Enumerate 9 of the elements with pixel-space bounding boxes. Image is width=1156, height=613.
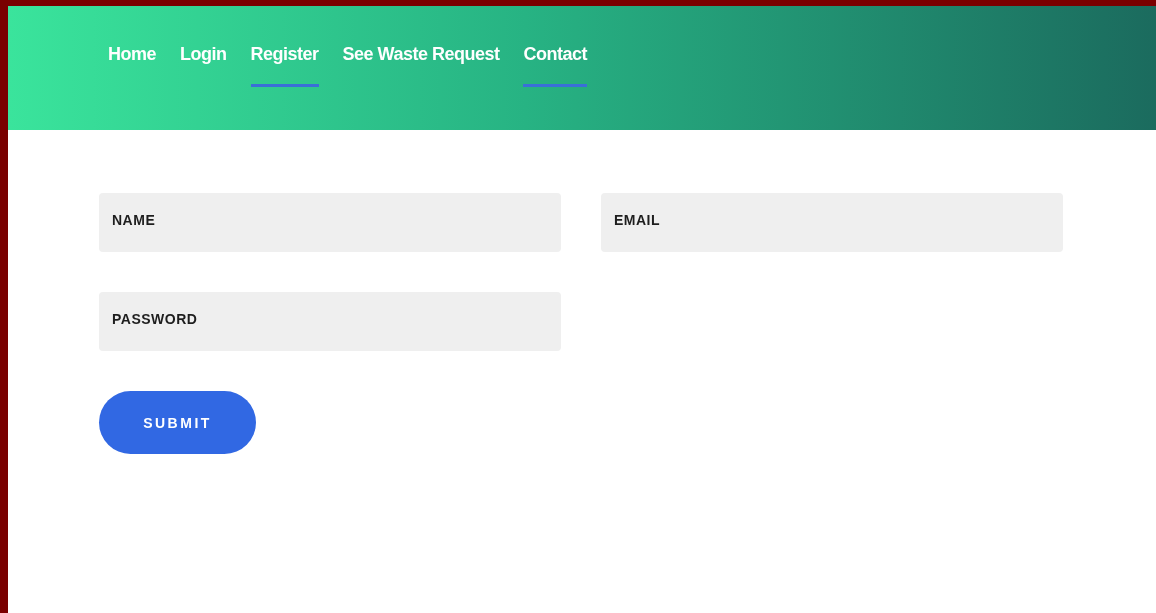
nav-link[interactable]: Contact bbox=[523, 44, 587, 87]
submit-button[interactable]: SUBMIT bbox=[99, 391, 256, 454]
nav-link[interactable]: See Waste Request bbox=[342, 44, 500, 87]
input-field[interactable]: PASSWORD bbox=[99, 292, 561, 351]
nav-link[interactable]: Home bbox=[108, 44, 156, 87]
input-field[interactable]: NAME bbox=[99, 193, 561, 252]
nav-link[interactable]: Login bbox=[180, 44, 227, 87]
input-field[interactable]: EMAIL bbox=[601, 193, 1063, 252]
nav-link[interactable]: Register bbox=[250, 44, 319, 87]
